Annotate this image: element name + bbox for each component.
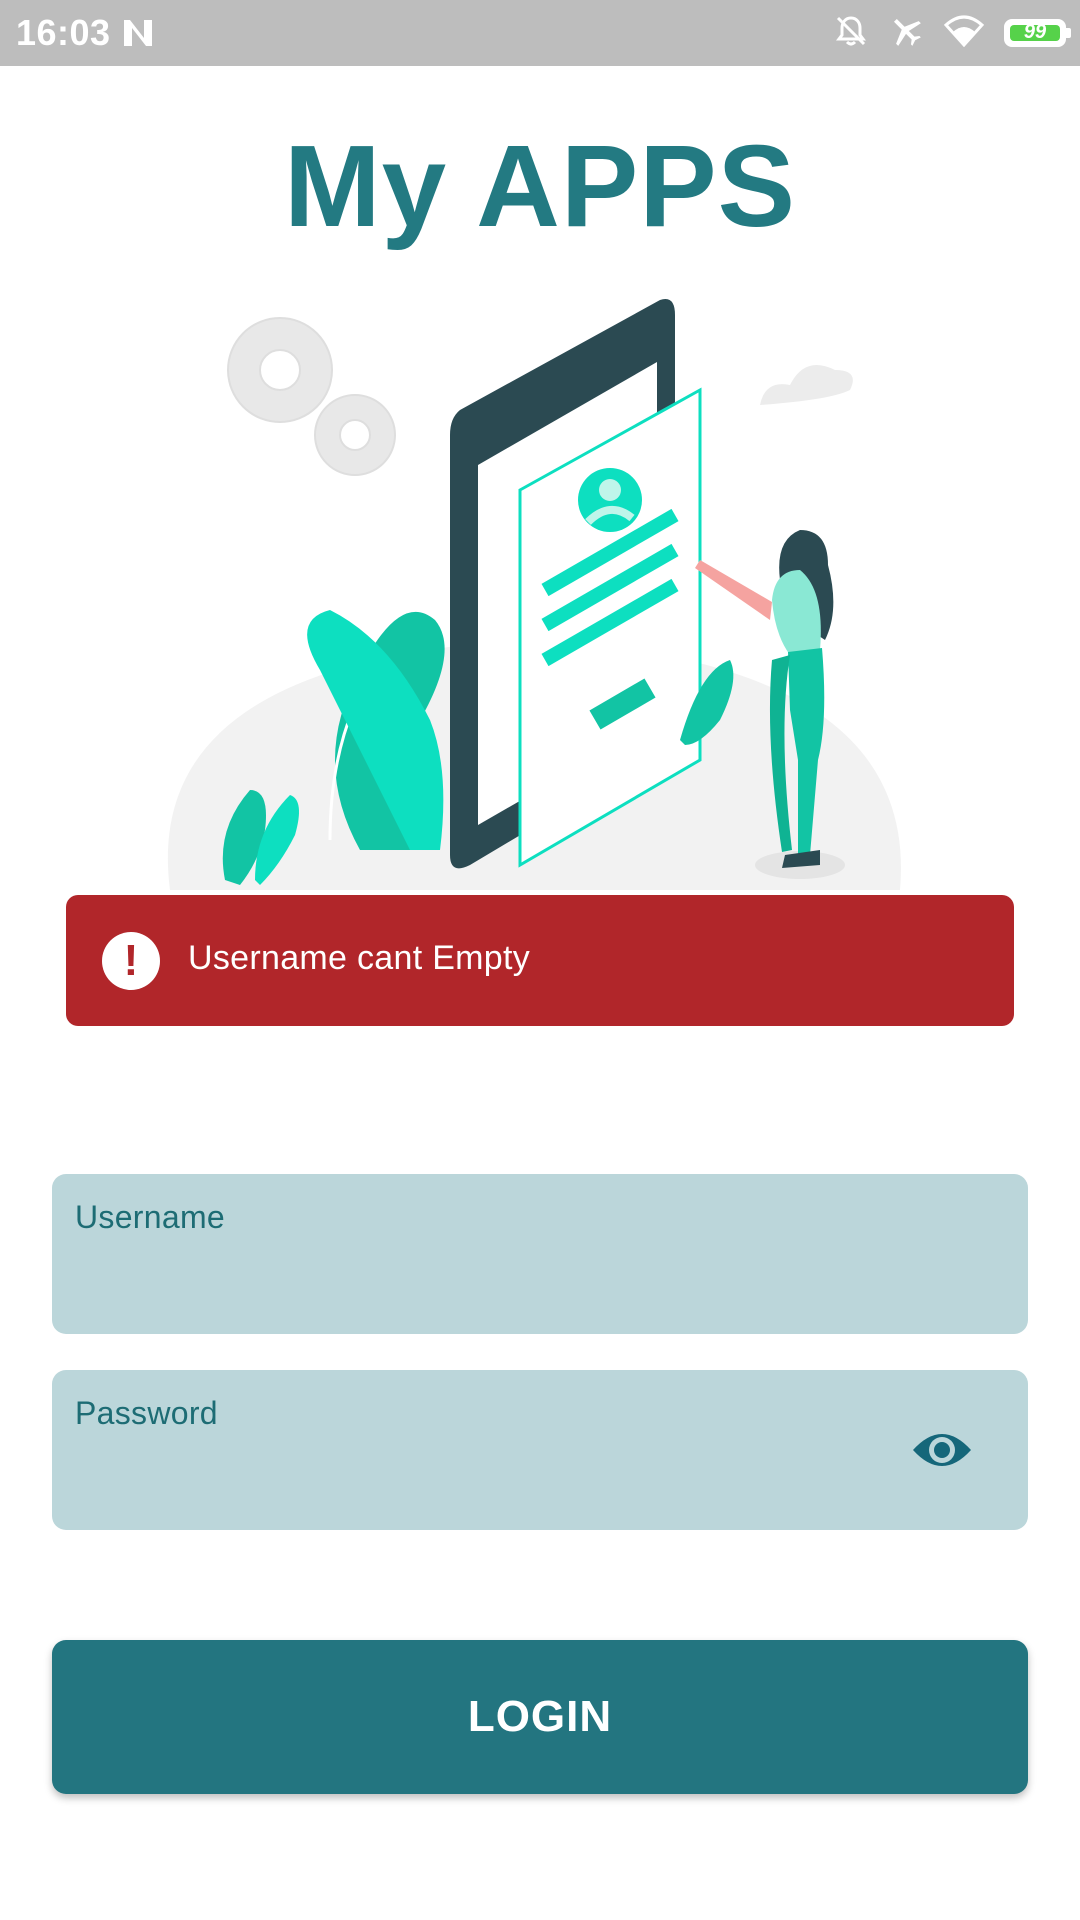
battery-level: 99: [1023, 21, 1047, 43]
status-bar: 16:03 99: [0, 0, 1080, 66]
error-banner: ! Username cant Empty: [66, 895, 1014, 1026]
n-notification-icon: [122, 18, 154, 53]
gear-icon: [227, 317, 396, 476]
wifi-icon: [943, 15, 985, 52]
eye-icon[interactable]: [911, 1426, 973, 1474]
login-button[interactable]: LOGIN: [52, 1640, 1028, 1794]
do-not-disturb-icon: [834, 14, 868, 53]
cloud-icon: [760, 365, 853, 405]
status-time: 16:03: [16, 12, 111, 53]
app-title: My APPS: [284, 121, 796, 251]
status-icons: 99: [834, 12, 1071, 54]
airplane-mode-icon: [888, 14, 924, 53]
password-label: Password: [75, 1395, 218, 1431]
exclamation-icon: !: [102, 932, 160, 990]
battery-icon: 99: [1004, 19, 1071, 47]
username-field[interactable]: Username: [52, 1174, 1028, 1334]
username-input[interactable]: [75, 1254, 888, 1312]
password-input[interactable]: [75, 1450, 888, 1508]
login-label: LOGIN: [467, 1692, 613, 1741]
error-message: Username cant Empty: [188, 939, 531, 977]
username-label: Username: [75, 1199, 226, 1235]
password-field[interactable]: Password: [52, 1370, 1028, 1530]
login-illustration: [167, 299, 901, 890]
